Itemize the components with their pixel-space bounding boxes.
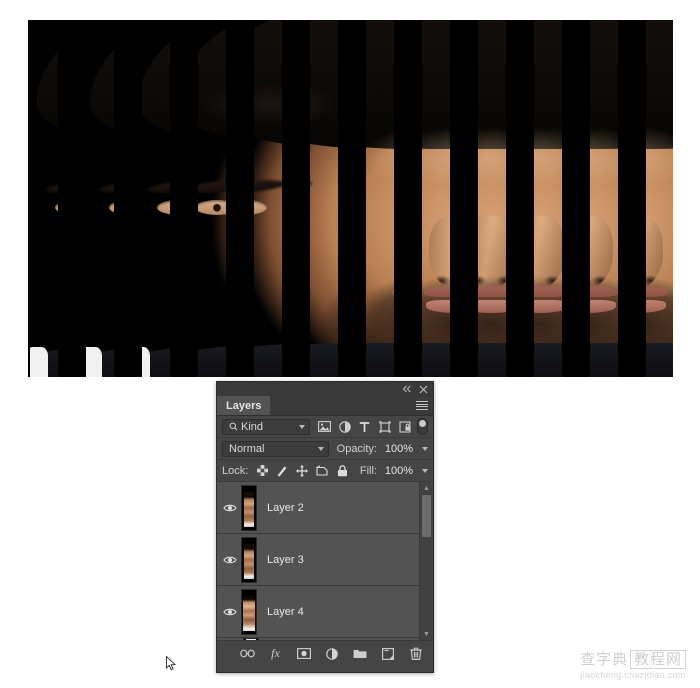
- fill-label: Fill:: [359, 464, 377, 477]
- filter-smartobject-icon[interactable]: [398, 420, 411, 433]
- opacity-label: Opacity:: [336, 442, 377, 455]
- layer-row-partial[interactable]: [217, 638, 433, 640]
- panel-tabbar: Layers: [217, 396, 433, 416]
- fx-label: fx: [271, 646, 280, 660]
- layer-row[interactable]: Layer 4: [217, 586, 433, 638]
- filter-kind-label: Kind: [241, 420, 264, 433]
- layer-row[interactable]: Layer 3: [217, 534, 433, 586]
- lock-label: Lock:: [222, 464, 249, 477]
- photo-stripe: [310, 20, 338, 377]
- photo-stripe: [422, 20, 450, 377]
- close-icon[interactable]: [418, 384, 429, 395]
- blend-mode-value: Normal: [229, 442, 265, 455]
- watermark: 查字典 教程网 jiaocheng.chazidian.com: [580, 648, 686, 680]
- panel-titlebar: [217, 382, 433, 396]
- opacity-chevron-down-icon[interactable]: [422, 446, 428, 451]
- chevron-down-icon[interactable]: [317, 446, 324, 451]
- photo-stripe: [86, 20, 114, 377]
- new-group-icon[interactable]: [352, 646, 367, 661]
- adjustment-layer-icon[interactable]: [324, 646, 339, 661]
- photo-stripe: [142, 20, 170, 377]
- photo-stripe: [478, 20, 506, 377]
- filter-pixel-icon[interactable]: [318, 420, 331, 433]
- photo-stripe: [646, 20, 673, 377]
- watermark-brand: 查字典 教程网: [580, 648, 686, 669]
- layer-row[interactable]: Layer 2: [217, 482, 433, 534]
- layer-thumbnail[interactable]: [241, 588, 257, 635]
- layer-visibility-toggle[interactable]: [219, 555, 241, 565]
- filter-type-icon[interactable]: [358, 420, 371, 433]
- search-icon: [229, 422, 238, 431]
- fill-chevron-down-icon[interactable]: [422, 468, 428, 473]
- layer-style-fx-icon[interactable]: fx: [268, 646, 283, 661]
- filter-icon-group: [318, 420, 411, 433]
- eye-icon: [223, 556, 237, 563]
- layer-list-scrollbar[interactable]: ▲ ▼: [419, 482, 433, 640]
- layer-mask-icon[interactable]: [296, 646, 311, 661]
- photo-stripe: [254, 20, 282, 377]
- photo-canvas: [28, 20, 673, 377]
- filter-enable-toggle[interactable]: [417, 418, 428, 435]
- layer-visibility-toggle[interactable]: [219, 503, 241, 513]
- collapse-icon[interactable]: [401, 384, 412, 395]
- filter-shape-icon[interactable]: [378, 420, 391, 433]
- delete-layer-icon[interactable]: [408, 646, 423, 661]
- layer-thumbnail[interactable]: [241, 536, 257, 583]
- scroll-down-icon[interactable]: ▼: [420, 628, 433, 640]
- new-layer-icon[interactable]: [380, 646, 395, 661]
- watermark-brand-text: 查字典: [579, 651, 628, 668]
- scrollbar-thumb[interactable]: [422, 495, 431, 537]
- scroll-up-icon[interactable]: ▲: [420, 482, 433, 494]
- double-chevron-left-icon: [402, 385, 411, 393]
- layer-thumbnail[interactable]: [241, 484, 257, 531]
- layers-panel[interactable]: Layers Kind Normal Opacity: 100% Lock: F…: [216, 381, 434, 673]
- layer-name[interactable]: Layer 4: [267, 606, 304, 618]
- photo-stripes: [28, 20, 673, 377]
- lock-artboard-icon[interactable]: [316, 464, 328, 477]
- filter-adjustment-icon[interactable]: [338, 420, 351, 433]
- layer-visibility-toggle[interactable]: [219, 607, 241, 617]
- eye-icon: [223, 608, 237, 615]
- panel-menu-icon[interactable]: [416, 401, 428, 410]
- layer-thumbnail[interactable]: [243, 638, 259, 640]
- blend-opacity-row: Normal Opacity: 100%: [217, 438, 433, 460]
- photo-stripe: [590, 20, 618, 377]
- lock-transparency-icon[interactable]: [256, 465, 268, 477]
- lock-image-icon[interactable]: [276, 465, 288, 477]
- watermark-url: jiaocheng.chazidian.com: [580, 670, 686, 680]
- photo-stripe: [366, 20, 394, 377]
- tab-layers[interactable]: Layers: [217, 396, 271, 415]
- blend-mode-select[interactable]: Normal: [222, 440, 329, 457]
- lock-icon-group: [256, 464, 348, 477]
- tab-layers-label: Layers: [226, 399, 262, 412]
- layers-panel-footer: fx: [217, 640, 433, 666]
- fill-input[interactable]: 100%: [381, 465, 413, 477]
- eye-icon: [223, 504, 237, 511]
- opacity-input[interactable]: 100%: [381, 443, 413, 455]
- photo-stripe: [198, 20, 226, 377]
- lock-position-icon[interactable]: [296, 464, 309, 477]
- layer-name[interactable]: Layer 3: [267, 554, 304, 566]
- chevron-down-icon[interactable]: [299, 424, 305, 429]
- lock-all-icon[interactable]: [336, 464, 348, 477]
- photo-stripe: [534, 20, 562, 377]
- photo-stripe: [30, 20, 58, 377]
- layer-name[interactable]: Layer 2: [267, 502, 304, 514]
- layer-list[interactable]: Layer 2 Layer 3 Layer 4 ▲ ▼: [217, 482, 433, 640]
- watermark-section-text: 教程网: [629, 650, 686, 669]
- filter-kind-select[interactable]: Kind: [222, 418, 310, 435]
- link-layers-icon[interactable]: [240, 646, 255, 661]
- lock-fill-row: Lock: Fill: 100%: [217, 460, 433, 482]
- layer-filter-row: Kind: [217, 416, 433, 438]
